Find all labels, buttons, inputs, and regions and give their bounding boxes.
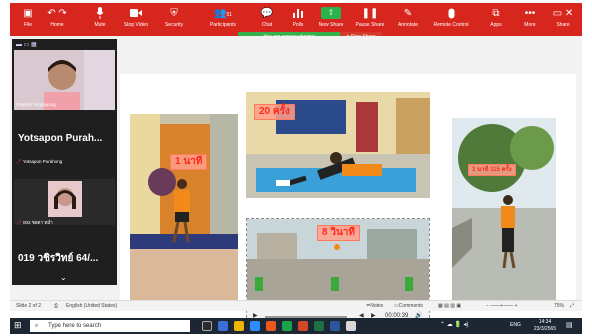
microphone-icon [88, 7, 112, 21]
slide-counter: Slide 2 of 2 [16, 303, 42, 309]
save-icon: ▣ [23, 8, 33, 19]
view-buttons[interactable]: ▦ ▤ ▥ ▣ [438, 301, 461, 311]
task-view-icon[interactable] [202, 321, 212, 331]
participant-video-tile-1[interactable]: Oraphin Wiriyapong [14, 50, 115, 110]
search-icon: ⌕ [35, 323, 39, 329]
share-button[interactable]: ▭ ✕ Share [548, 7, 578, 34]
status-bar: Slide 2 of 2 ⎙ English (United States) ≐… [10, 300, 582, 311]
line-app-icon[interactable] [282, 321, 292, 331]
spellcheck-icon[interactable]: ⎙ [54, 301, 58, 311]
excel-icon[interactable] [314, 321, 324, 331]
mute-button[interactable]: Mute [88, 7, 112, 34]
caption-20-times: 20 ครั้ง [254, 104, 295, 120]
file-button[interactable]: ▣ File [14, 7, 42, 34]
mouse-icon [430, 7, 472, 21]
participant-name-3: 🎤︎ 003 ชลดา หม่ำ [16, 220, 53, 225]
more-button[interactable]: ••• More [520, 7, 540, 34]
collapse-panel-chevron-icon[interactable]: ⌄ [60, 273, 67, 282]
caption-one-minute-115: 1 นาที 115 ครั้ง [468, 164, 516, 176]
more-dots-icon: ••• [524, 8, 536, 19]
store-icon[interactable] [266, 321, 276, 331]
panel-view-controls[interactable]: ▬ ▭ ▦ [16, 41, 37, 49]
slide-canvas[interactable]: 1 นาที 20 ครั้ง 8 วินาที ▶ ◀ ▶ 00:00:39 … [120, 74, 576, 323]
clock[interactable]: 14:34 23/3/2565 [530, 319, 560, 333]
windows-taskbar: ⊞ ⌕ Type here to search ⌃ ☁ 🔋 ◂) ENG 14:… [10, 318, 582, 334]
edge-icon[interactable] [218, 321, 228, 331]
language-indicator[interactable]: English (United States) [66, 301, 117, 311]
participant-video-tile-3[interactable]: 🎤︎ 003 ชลดา หม่ำ [14, 179, 115, 225]
caption-8-seconds: 8 วินาที [317, 225, 360, 241]
window-controls-icon: ▭ ✕ [552, 8, 574, 19]
participants-icon: 👥51 [213, 8, 232, 19]
powerpoint-icon[interactable] [298, 321, 308, 331]
windows-start-icon[interactable]: ⊞ [14, 320, 22, 331]
input-language[interactable]: ENG [510, 322, 521, 328]
participants-count: 51 [226, 12, 232, 18]
muted-mic-icon: 🎤︎ [16, 159, 23, 164]
chat-button[interactable]: 💬 Chat [258, 7, 276, 34]
photo-sit-ups[interactable]: 20 ครั้ง [246, 92, 430, 198]
share-arrow-icon: ⇧ [321, 7, 341, 19]
word-icon[interactable] [330, 321, 340, 331]
participant-name-2: 🎤︎ Yotsapon Purahong [16, 159, 63, 164]
annotate-button[interactable]: ✎ Annotate [394, 7, 422, 34]
system-tray-icons[interactable]: ⌃ ☁ 🔋 ◂) [440, 321, 469, 328]
pause-share-button[interactable]: ❚❚ Pause Share [354, 7, 386, 34]
apps-icon: ⧉ [492, 8, 500, 19]
undo-redo-icon: ↶ ↷ [47, 8, 67, 19]
apps-button[interactable]: ⧉ Apps [484, 7, 508, 34]
pause-icon: ❚❚ [361, 8, 379, 19]
zoom-app-icon[interactable] [250, 321, 260, 331]
taskbar-search-box[interactable]: ⌕ Type here to search [30, 320, 190, 332]
participant-name-1: Oraphin Wiriyapong [16, 102, 56, 107]
remote-control-button[interactable]: Remote Control [430, 7, 472, 34]
pencil-icon: ✎ [403, 8, 413, 19]
comments-button[interactable]: ▭ Comments [394, 301, 423, 311]
file-explorer-icon[interactable] [234, 321, 244, 331]
participant-video-feed-3 [48, 181, 82, 217]
polls-icon [288, 7, 308, 21]
zoom-slider[interactable]: − ——+—— + [486, 301, 518, 311]
notification-icon[interactable]: ▤ [566, 321, 573, 329]
app-icon[interactable] [346, 321, 356, 331]
muted-mic-icon-3: 🎤︎ [16, 220, 23, 225]
participant-name-large-1: Yotsapon Purah... [18, 133, 103, 144]
notes-button[interactable]: ≐ Notes [366, 301, 383, 311]
new-share-button[interactable]: ⇧ New Share [316, 7, 346, 34]
security-button[interactable]: ⛨ Security [160, 7, 188, 34]
home-button[interactable]: ↶ ↷ Home [40, 7, 74, 34]
participant-video-feed-1 [14, 50, 115, 110]
fit-slide-icon[interactable]: ⤢ [570, 301, 574, 311]
chat-icon: 💬 [260, 8, 274, 19]
photo-running[interactable]: 1 นาที 115 ครั้ง [452, 118, 556, 308]
participants-button[interactable]: 👥51 Participants [204, 7, 242, 34]
caption-one-minute: 1 นาที [170, 154, 208, 170]
photo-jump-rope[interactable]: 1 นาที [130, 114, 238, 309]
zoom-level[interactable]: 75% [554, 301, 564, 311]
video-camera-icon [120, 7, 152, 21]
participant-name-large-2: 019 วชิรวิทย์ 64/... [18, 253, 99, 264]
polls-button[interactable]: Polls [288, 7, 308, 34]
stop-video-button[interactable]: Stop Video [120, 7, 152, 34]
participants-video-panel: ▬ ▭ ▦ Oraphin Wiriyapong Yotsapon Purah.… [12, 39, 117, 285]
shield-icon: ⛨ [170, 8, 178, 19]
